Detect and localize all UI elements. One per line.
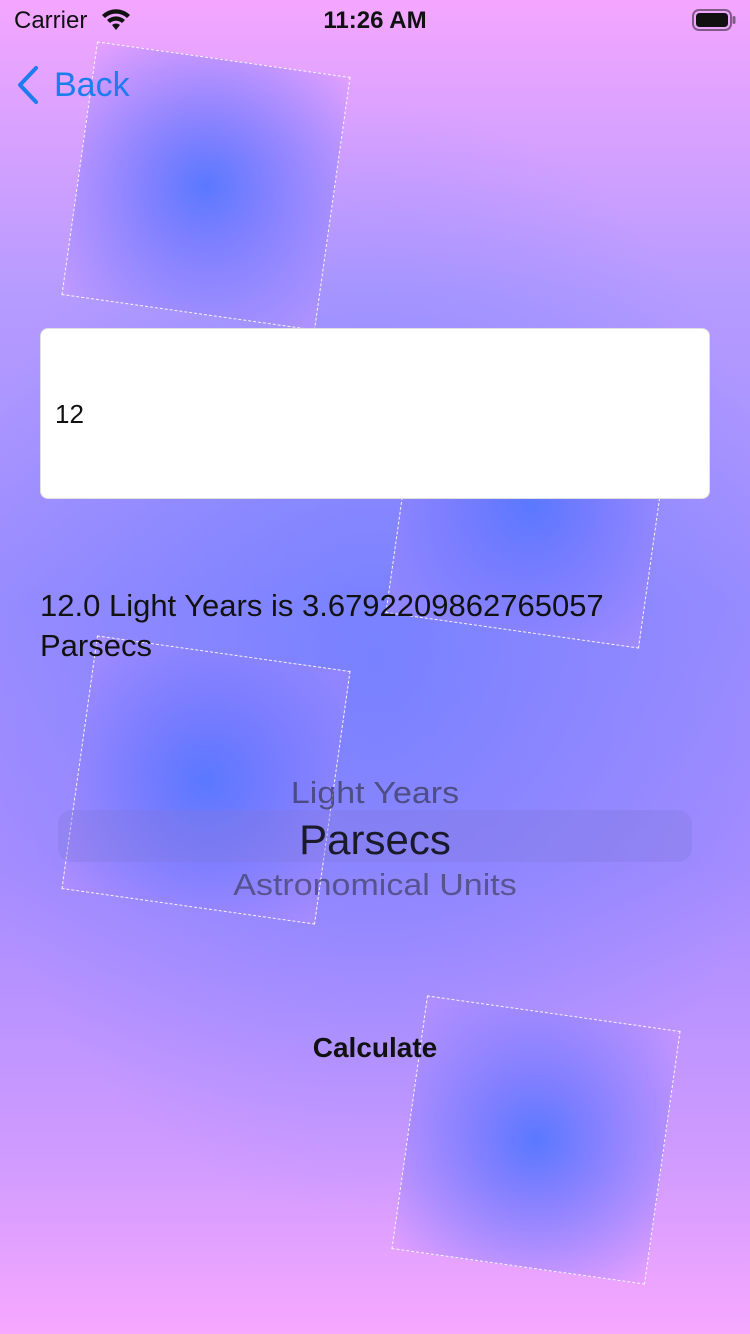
- value-input-text: 12: [55, 399, 84, 429]
- picker-option-above[interactable]: Light Years: [40, 776, 710, 811]
- chevron-left-icon: [18, 66, 38, 104]
- picker-option-below[interactable]: Astronomical Units: [40, 868, 710, 903]
- status-bar: Carrier 11:26 AM: [0, 0, 750, 40]
- picker-option-selected[interactable]: Parsecs: [40, 816, 710, 864]
- battery-icon: [692, 9, 736, 31]
- back-button[interactable]: Back: [16, 62, 130, 108]
- calculate-button[interactable]: Calculate: [0, 1032, 750, 1064]
- status-time: 11:26 AM: [323, 7, 427, 34]
- value-input[interactable]: 12: [40, 328, 710, 499]
- back-button-label: Back: [54, 65, 130, 104]
- conversion-result: 12.0 Light Years is 3.6792209862765057 P…: [40, 588, 604, 663]
- unit-picker[interactable]: Light Years Parsecs Astronomical Units: [40, 760, 710, 910]
